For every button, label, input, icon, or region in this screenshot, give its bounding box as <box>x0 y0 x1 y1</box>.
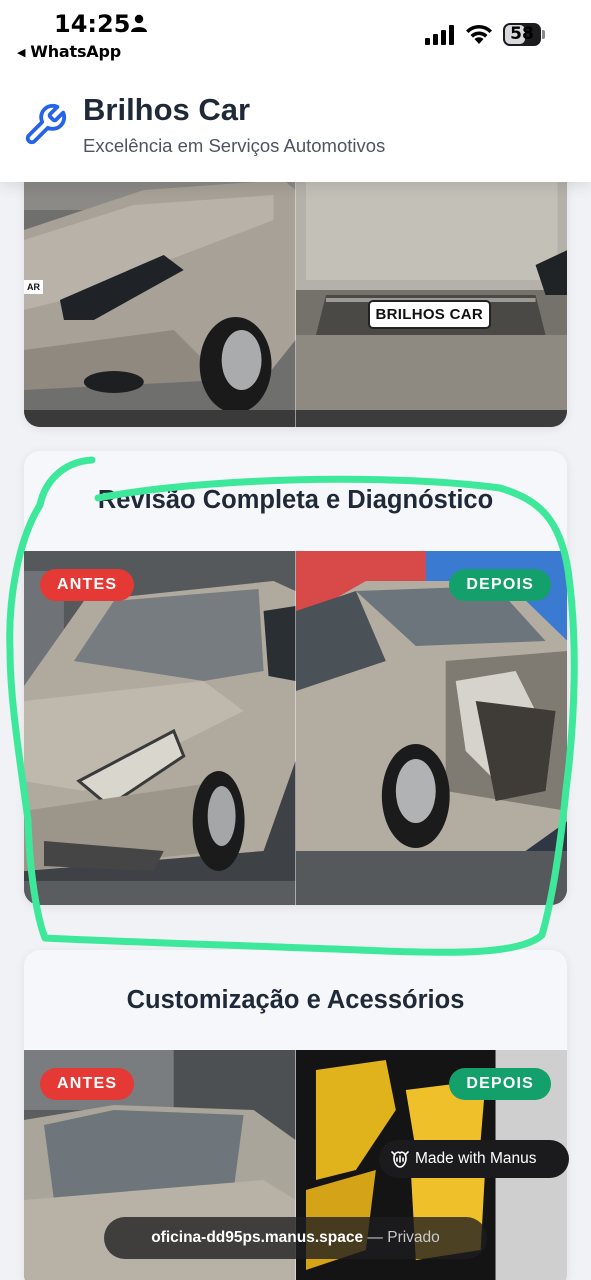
made-with-label: Made with Manus <box>415 1150 537 1167</box>
privacy-label: — Privado <box>367 1229 440 1246</box>
back-to-app-link[interactable]: ◀ WhatsApp <box>17 42 121 61</box>
before-badge: ANTES <box>40 569 135 601</box>
site-url: oficina-dd95ps.manus.space <box>151 1229 364 1246</box>
after-badge: DEPOIS <box>449 1068 551 1100</box>
back-arrow-icon: ◀ <box>17 46 26 59</box>
after-photo[interactable]: DEPOIS <box>295 551 567 905</box>
service-title: Customização e Acessórios <box>126 986 465 1014</box>
brand-name: Brilhos Car <box>83 92 251 127</box>
battery-icon: 58 <box>503 23 541 46</box>
status-bar: 14:25 ◀ WhatsApp 58 <box>0 0 591 66</box>
url-bar[interactable]: oficina-dd95ps.manus.space — Privado <box>104 1217 487 1259</box>
service-title: Revisão Completa e Diagnóstico <box>97 486 494 514</box>
after-badge: DEPOIS <box>449 569 551 601</box>
before-badge: ANTES <box>40 1068 135 1100</box>
back-app-label: WhatsApp <box>30 42 121 61</box>
before-photo[interactable]: ANTES <box>24 551 296 905</box>
car-before-image <box>24 551 296 905</box>
cellular-signal-icon <box>425 25 454 45</box>
wifi-icon <box>466 24 492 44</box>
before-after-photos: ANTES DEPOIS <box>24 551 567 905</box>
service-card-revisao: Revisão Completa e Diagnóstico ANTES DEP… <box>24 451 567 905</box>
battery-percentage: 58 <box>510 24 534 44</box>
status-time: 14:25 <box>54 10 131 38</box>
app-header: Brilhos Car Excelência em Serviços Autom… <box>0 66 591 182</box>
manus-logo-icon <box>391 1151 409 1168</box>
car-after-image <box>295 551 567 905</box>
person-icon <box>131 14 147 32</box>
plate-partial: AR <box>24 280 43 294</box>
made-with-manus-button[interactable]: Made with Manus <box>379 1140 569 1178</box>
wrench-icon <box>25 103 67 145</box>
plate-caption: BRILHOS CAR <box>367 300 491 329</box>
battery-cap <box>542 30 545 39</box>
brand-tagline: Excelência em Serviços Automotivos <box>83 135 386 156</box>
